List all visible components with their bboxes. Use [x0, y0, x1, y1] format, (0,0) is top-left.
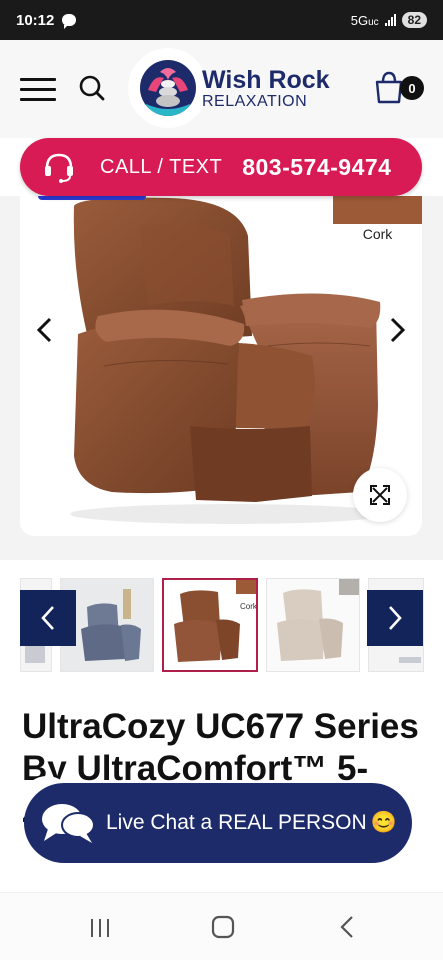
call-label: CALL / TEXT [100, 155, 223, 178]
thumbnail-swatch-label: Cork [240, 602, 257, 611]
logo-line1: Wish Rock [202, 66, 330, 94]
logo[interactable] [128, 48, 208, 128]
thumbnail-beige-recliner[interactable] [266, 578, 360, 672]
signal-icon [384, 14, 396, 26]
status-indicators: 5Guc 82 [351, 12, 427, 28]
headset-icon [45, 153, 73, 183]
logo-wordmark[interactable]: Wish Rock RELAXATION [202, 68, 330, 110]
color-swatch-label: Cork [362, 226, 393, 242]
back-icon[interactable] [332, 913, 362, 941]
menu-icon[interactable] [20, 78, 56, 102]
status-bar: 10:12 5Guc 82 [0, 0, 443, 40]
status-time: 10:12 [16, 11, 55, 29]
message-notification-icon [62, 14, 77, 29]
color-swatch-cork[interactable] [333, 196, 422, 224]
battery-indicator: 82 [401, 12, 427, 28]
chat-bubbles-icon [42, 804, 95, 843]
chevron-left-icon [41, 606, 54, 630]
thumbnail-prev-button[interactable] [20, 590, 76, 646]
live-chat-label: Live Chat a REAL PERSON [106, 811, 367, 834]
logo-emblem-icon [140, 60, 196, 116]
gallery-next-icon[interactable] [390, 314, 406, 351]
phone-number: 803-574-9474 [242, 153, 392, 180]
cart-button[interactable]: 0 [372, 70, 424, 106]
network-type: 5Guc [350, 12, 379, 28]
cart-count-badge: 0 [400, 76, 424, 100]
product-badge [38, 196, 146, 200]
system-navigation-bar [0, 892, 443, 960]
smile-emoji-icon: 😊 [370, 811, 397, 834]
thumbnail-cork-recliner[interactable]: Cork [162, 578, 258, 672]
thumbnail-next-button[interactable] [367, 590, 423, 646]
gallery-prev-icon[interactable] [36, 314, 52, 351]
site-header: Wish Rock RELAXATION 0 [0, 40, 443, 138]
live-chat-button[interactable]: Live Chat a REAL PERSON 😊 [24, 783, 412, 863]
home-icon[interactable] [208, 913, 238, 941]
logo-line2: RELAXATION [202, 93, 308, 110]
expand-icon [370, 485, 390, 505]
search-icon[interactable] [78, 74, 106, 102]
recent-apps-icon[interactable] [86, 913, 116, 941]
chevron-right-icon [389, 606, 402, 630]
zoom-button[interactable] [353, 468, 407, 522]
thumbnail-strip: Cork [0, 560, 443, 690]
call-text-button[interactable]: CALL / TEXT 803-574-9474 [20, 138, 422, 196]
